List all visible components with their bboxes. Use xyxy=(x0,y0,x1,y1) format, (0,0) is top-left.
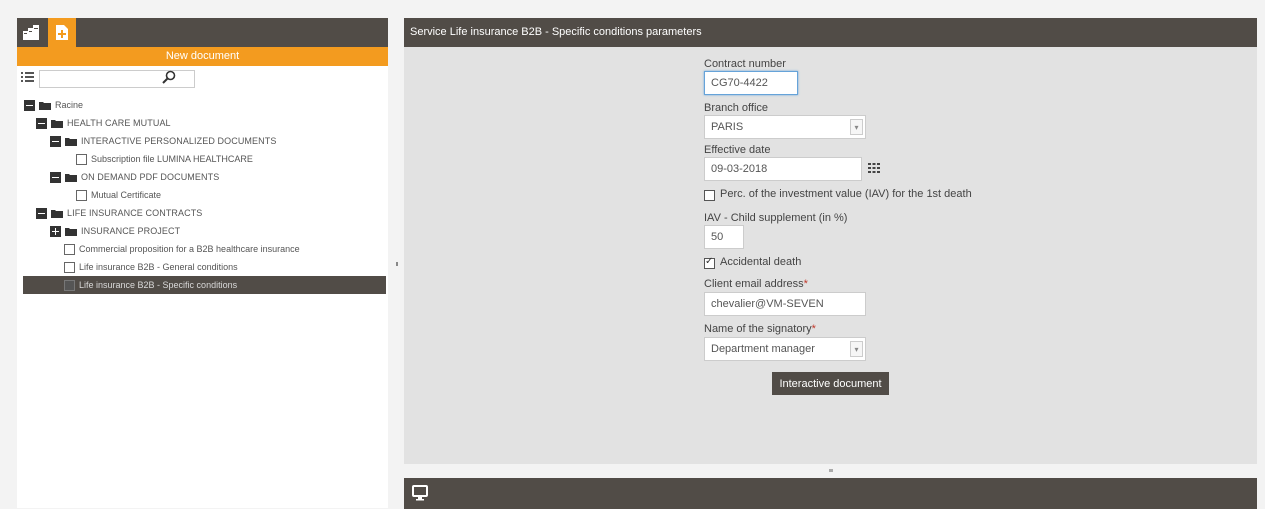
right-panel: Service Life insurance B2B - Specific co… xyxy=(404,18,1257,464)
tree-node-on-demand-pdf-documents[interactable]: ON DEMAND PDF DOCUMENTS xyxy=(50,168,219,186)
contract-number-label: Contract number xyxy=(704,58,786,70)
tree-node-label: Commercial proposition for a B2B healthc… xyxy=(79,244,300,254)
iav-child-label: IAV - Child supplement (in %) xyxy=(704,212,848,224)
tree-node-label: Life insurance B2B - General conditions xyxy=(79,262,238,272)
tree-node-subscription-file[interactable]: Subscription file LUMINA HEALTHCARE xyxy=(76,150,253,168)
folder-icon xyxy=(65,227,77,236)
tree-node-label: Life insurance B2B - Specific conditions xyxy=(79,280,238,290)
perc-iav-label: Perc. of the investment value (IAV) for … xyxy=(720,188,972,200)
panel-title: Service Life insurance B2B - Specific co… xyxy=(404,18,1257,47)
tab-documents[interactable] xyxy=(17,18,45,47)
tree-node-label: ON DEMAND PDF DOCUMENTS xyxy=(81,172,220,182)
tree-node-mutual-certificate[interactable]: Mutual Certificate xyxy=(76,186,161,204)
monitor-icon[interactable] xyxy=(412,485,428,504)
tree-node-insurance-project[interactable]: INSURANCE PROJECT xyxy=(50,222,180,240)
document-icon xyxy=(64,279,75,291)
folder-icon xyxy=(51,209,63,218)
client-email-label: Client email address* xyxy=(704,278,808,290)
branch-office-label: Branch office xyxy=(704,102,769,114)
client-email-field[interactable]: chevalier@VM-SEVEN xyxy=(704,292,866,316)
left-panel-tabbar xyxy=(17,18,388,47)
tree-node-label: Subscription file LUMINA HEALTHCARE xyxy=(91,154,253,164)
tree-node-label: INTERACTIVE PERSONALIZED DOCUMENTS xyxy=(81,136,277,146)
document-icon xyxy=(76,189,87,201)
tab-new-document[interactable] xyxy=(48,18,76,47)
tree-node-label: Racine xyxy=(55,100,84,110)
new-document-header: New document xyxy=(17,47,388,66)
iav-child-field[interactable]: 50 xyxy=(704,225,744,249)
tree-node-interactive-personalized-documents[interactable]: INTERACTIVE PERSONALIZED DOCUMENTS xyxy=(50,132,276,150)
folder-icon xyxy=(39,101,51,110)
signatory-label-text: Name of the signatory xyxy=(704,323,812,335)
tree-node-commercial-proposition[interactable]: Commercial proposition for a B2B healthc… xyxy=(64,240,300,258)
accidental-death-label: Accidental death xyxy=(720,256,802,268)
iav-child-value: 50 xyxy=(711,231,724,243)
collapse-toggle-icon[interactable] xyxy=(50,171,61,183)
tree-node-general-conditions[interactable]: Life insurance B2B - General conditions xyxy=(64,258,238,276)
signatory-select[interactable]: Department manager ▾ xyxy=(704,337,866,361)
document-icon xyxy=(64,261,75,273)
folder-icon xyxy=(65,173,77,182)
document-icon xyxy=(76,153,87,165)
tree-node-specific-conditions[interactable]: Life insurance B2B - Specific conditions xyxy=(23,276,386,294)
expand-toggle-icon[interactable] xyxy=(50,225,61,237)
client-email-value: chevalier@VM-SEVEN xyxy=(711,298,824,310)
vertical-splitter-handle[interactable] xyxy=(396,262,398,266)
contract-number-value: CG70-4422 xyxy=(711,77,768,89)
horizontal-splitter-handle[interactable] xyxy=(829,469,833,472)
signatory-value: Department manager xyxy=(711,343,815,355)
chevron-down-icon[interactable]: ▾ xyxy=(850,341,863,357)
tree-node-label: INSURANCE PROJECT xyxy=(81,226,181,236)
folder-icon xyxy=(51,119,63,128)
list-icon[interactable] xyxy=(21,71,34,86)
collapse-toggle-icon[interactable] xyxy=(24,99,35,111)
document-icon xyxy=(64,243,75,255)
collapse-toggle-icon[interactable] xyxy=(50,135,61,147)
tree-node-racine[interactable]: Racine xyxy=(24,96,83,114)
perc-iav-checkbox[interactable] xyxy=(704,190,715,201)
client-email-label-text: Client email address xyxy=(704,278,804,290)
contract-number-field[interactable]: CG70-4422 xyxy=(704,71,798,95)
calendar-icon[interactable] xyxy=(868,163,880,176)
left-panel: New document Racine HEALTH CARE MUTUAL I… xyxy=(17,18,388,508)
interactive-document-button[interactable]: Interactive document xyxy=(772,372,889,395)
tree-node-life-insurance-contracts[interactable]: LIFE INSURANCE CONTRACTS xyxy=(36,204,202,222)
tree-node-health-care-mutual[interactable]: HEALTH CARE MUTUAL xyxy=(36,114,171,132)
search-row xyxy=(17,66,388,92)
branch-office-value: PARIS xyxy=(711,121,744,133)
accidental-death-checkbox[interactable] xyxy=(704,256,715,269)
signatory-label: Name of the signatory* xyxy=(704,323,816,335)
effective-date-label: Effective date xyxy=(704,144,771,156)
tree-node-label: HEALTH CARE MUTUAL xyxy=(67,118,171,128)
tree-node-label: Mutual Certificate xyxy=(91,190,162,200)
search-icon[interactable] xyxy=(162,70,180,88)
effective-date-value: 09-03-2018 xyxy=(711,163,768,175)
collapse-toggle-icon[interactable] xyxy=(36,207,47,219)
chevron-down-icon[interactable]: ▾ xyxy=(850,119,863,135)
required-mark: * xyxy=(803,278,808,290)
new-document-icon xyxy=(56,25,68,40)
bottom-toolbar xyxy=(404,478,1257,509)
branch-office-select[interactable]: PARIS ▾ xyxy=(704,115,866,139)
effective-date-field[interactable]: 09-03-2018 xyxy=(704,157,862,181)
tree-node-label: LIFE INSURANCE CONTRACTS xyxy=(67,208,203,218)
required-mark: * xyxy=(811,323,816,335)
collapse-toggle-icon[interactable] xyxy=(36,117,47,129)
folder-icon xyxy=(65,137,77,146)
documents-icon xyxy=(23,24,39,40)
